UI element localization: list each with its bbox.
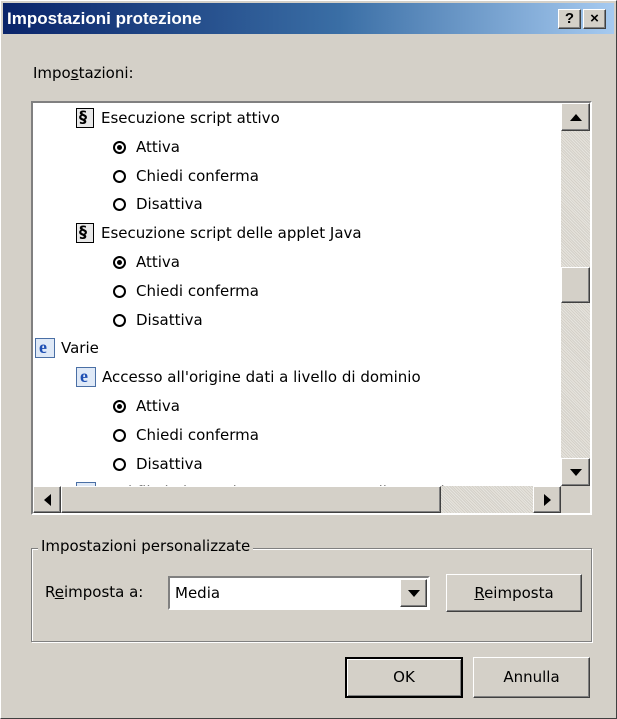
reset-level-dropdown-button[interactable] (400, 579, 427, 607)
scroll-right-button[interactable] (533, 486, 561, 513)
arrow-up-icon (569, 113, 582, 121)
item-label: Chiedi conferma (136, 426, 259, 444)
reset-to-label-part: imposta a: (63, 583, 144, 601)
item-label: Attiva (136, 397, 180, 415)
ok-button[interactable]: OK (345, 657, 463, 698)
radio-option[interactable]: Disattiva (113, 190, 203, 218)
scrollbar-corner (561, 486, 590, 513)
ie-document-icon (35, 333, 55, 361)
scroll-down-button[interactable] (561, 458, 590, 486)
tree-category: Esecuzione script delle applet Java (76, 218, 362, 247)
close-button[interactable]: × (583, 9, 606, 29)
reset-button-mnemonic: R (474, 584, 485, 602)
cancel-button[interactable]: Annulla (473, 657, 590, 698)
radio-option[interactable]: Chiedi conferma (113, 277, 259, 305)
radio-selected-icon[interactable] (113, 399, 126, 413)
radio-unselected-icon[interactable] (113, 457, 126, 471)
script-icon (76, 218, 94, 246)
arrow-left-icon (43, 493, 51, 506)
settings-tree[interactable]: Esecuzione script attivo Attiva Chiedi con… (33, 103, 561, 486)
item-label: Disattiva (136, 195, 203, 213)
reset-to-label: Reimposta a: (45, 583, 143, 601)
radio-unselected-icon[interactable] (113, 313, 126, 327)
tree-category: Accesso all'origine dati a livello di do… (76, 362, 421, 391)
script-icon (76, 103, 94, 131)
radio-selected-icon[interactable] (113, 255, 126, 269)
radio-option[interactable]: Disattiva (113, 306, 203, 334)
vertical-scrollbar[interactable] (561, 103, 590, 486)
radio-option[interactable]: Attiva (113, 133, 180, 161)
reset-level-value: Media (175, 584, 221, 602)
tree-category: Esecuzione script attivo (76, 103, 280, 132)
reset-to-label-mnemonic: e (54, 583, 64, 601)
radio-option[interactable]: Chiedi conferma (113, 421, 259, 449)
item-label: Accesso all'origine dati a livello di do… (102, 368, 421, 386)
reset-button-part: eimposta (484, 584, 554, 602)
radio-unselected-icon[interactable] (113, 284, 126, 298)
settings-label-mnemonic: s (70, 64, 79, 82)
dialog-title: Impostazioni protezione (7, 9, 202, 28)
item-label: Esecuzione script attivo (101, 109, 280, 127)
radio-option[interactable]: Chiedi conferma (113, 162, 259, 190)
arrow-right-icon (543, 493, 551, 506)
radio-selected-icon[interactable] (113, 140, 126, 154)
item-label: Varie (61, 339, 99, 357)
custom-settings-legend: Impostazioni personalizzate (38, 537, 254, 555)
item-label: Disattiva (136, 311, 203, 329)
settings-label-part: Impo (33, 64, 71, 82)
radio-option[interactable]: Disattiva (113, 450, 203, 478)
radio-option[interactable]: Attiva (113, 248, 180, 276)
reset-to-label-part: R (45, 583, 55, 601)
item-label: Disattiva (136, 455, 203, 473)
item-label: Esecuzione script delle applet Java (101, 224, 362, 242)
reset-level-select[interactable]: Media (168, 576, 430, 610)
chevron-down-icon (407, 589, 420, 597)
vertical-scroll-thumb[interactable] (561, 267, 590, 303)
help-button[interactable]: ? (558, 9, 581, 29)
item-label: Apri file in base al contenuto e non all… (102, 478, 473, 486)
arrow-down-icon (569, 468, 582, 476)
scroll-up-button[interactable] (561, 103, 590, 131)
item-label: Chiedi conferma (136, 167, 259, 185)
radio-unselected-icon[interactable] (113, 197, 126, 211)
scroll-left-button[interactable] (33, 486, 61, 513)
horizontal-scrollbar[interactable] (33, 486, 561, 513)
title-bar[interactable]: Impostazioni protezione ? × (3, 3, 614, 34)
radio-unselected-icon[interactable] (113, 428, 126, 442)
radio-unselected-icon[interactable] (113, 169, 126, 183)
radio-option[interactable]: Attiva (113, 392, 180, 420)
item-label: Attiva (136, 253, 180, 271)
tree-group: Varie (35, 333, 99, 362)
ie-document-icon (76, 362, 96, 390)
tree-category: Apri file in base al contenuto e non all… (76, 477, 473, 486)
reset-button[interactable]: Reimposta (446, 574, 582, 612)
settings-listbox[interactable]: Esecuzione script attivo Attiva Chiedi con… (31, 101, 592, 515)
settings-label: Impostazioni: (33, 64, 134, 82)
item-label: Chiedi conferma (136, 282, 259, 300)
horizontal-scroll-thumb[interactable] (61, 486, 441, 513)
settings-label-part: tazioni: (78, 64, 134, 82)
item-label: Attiva (136, 138, 180, 156)
